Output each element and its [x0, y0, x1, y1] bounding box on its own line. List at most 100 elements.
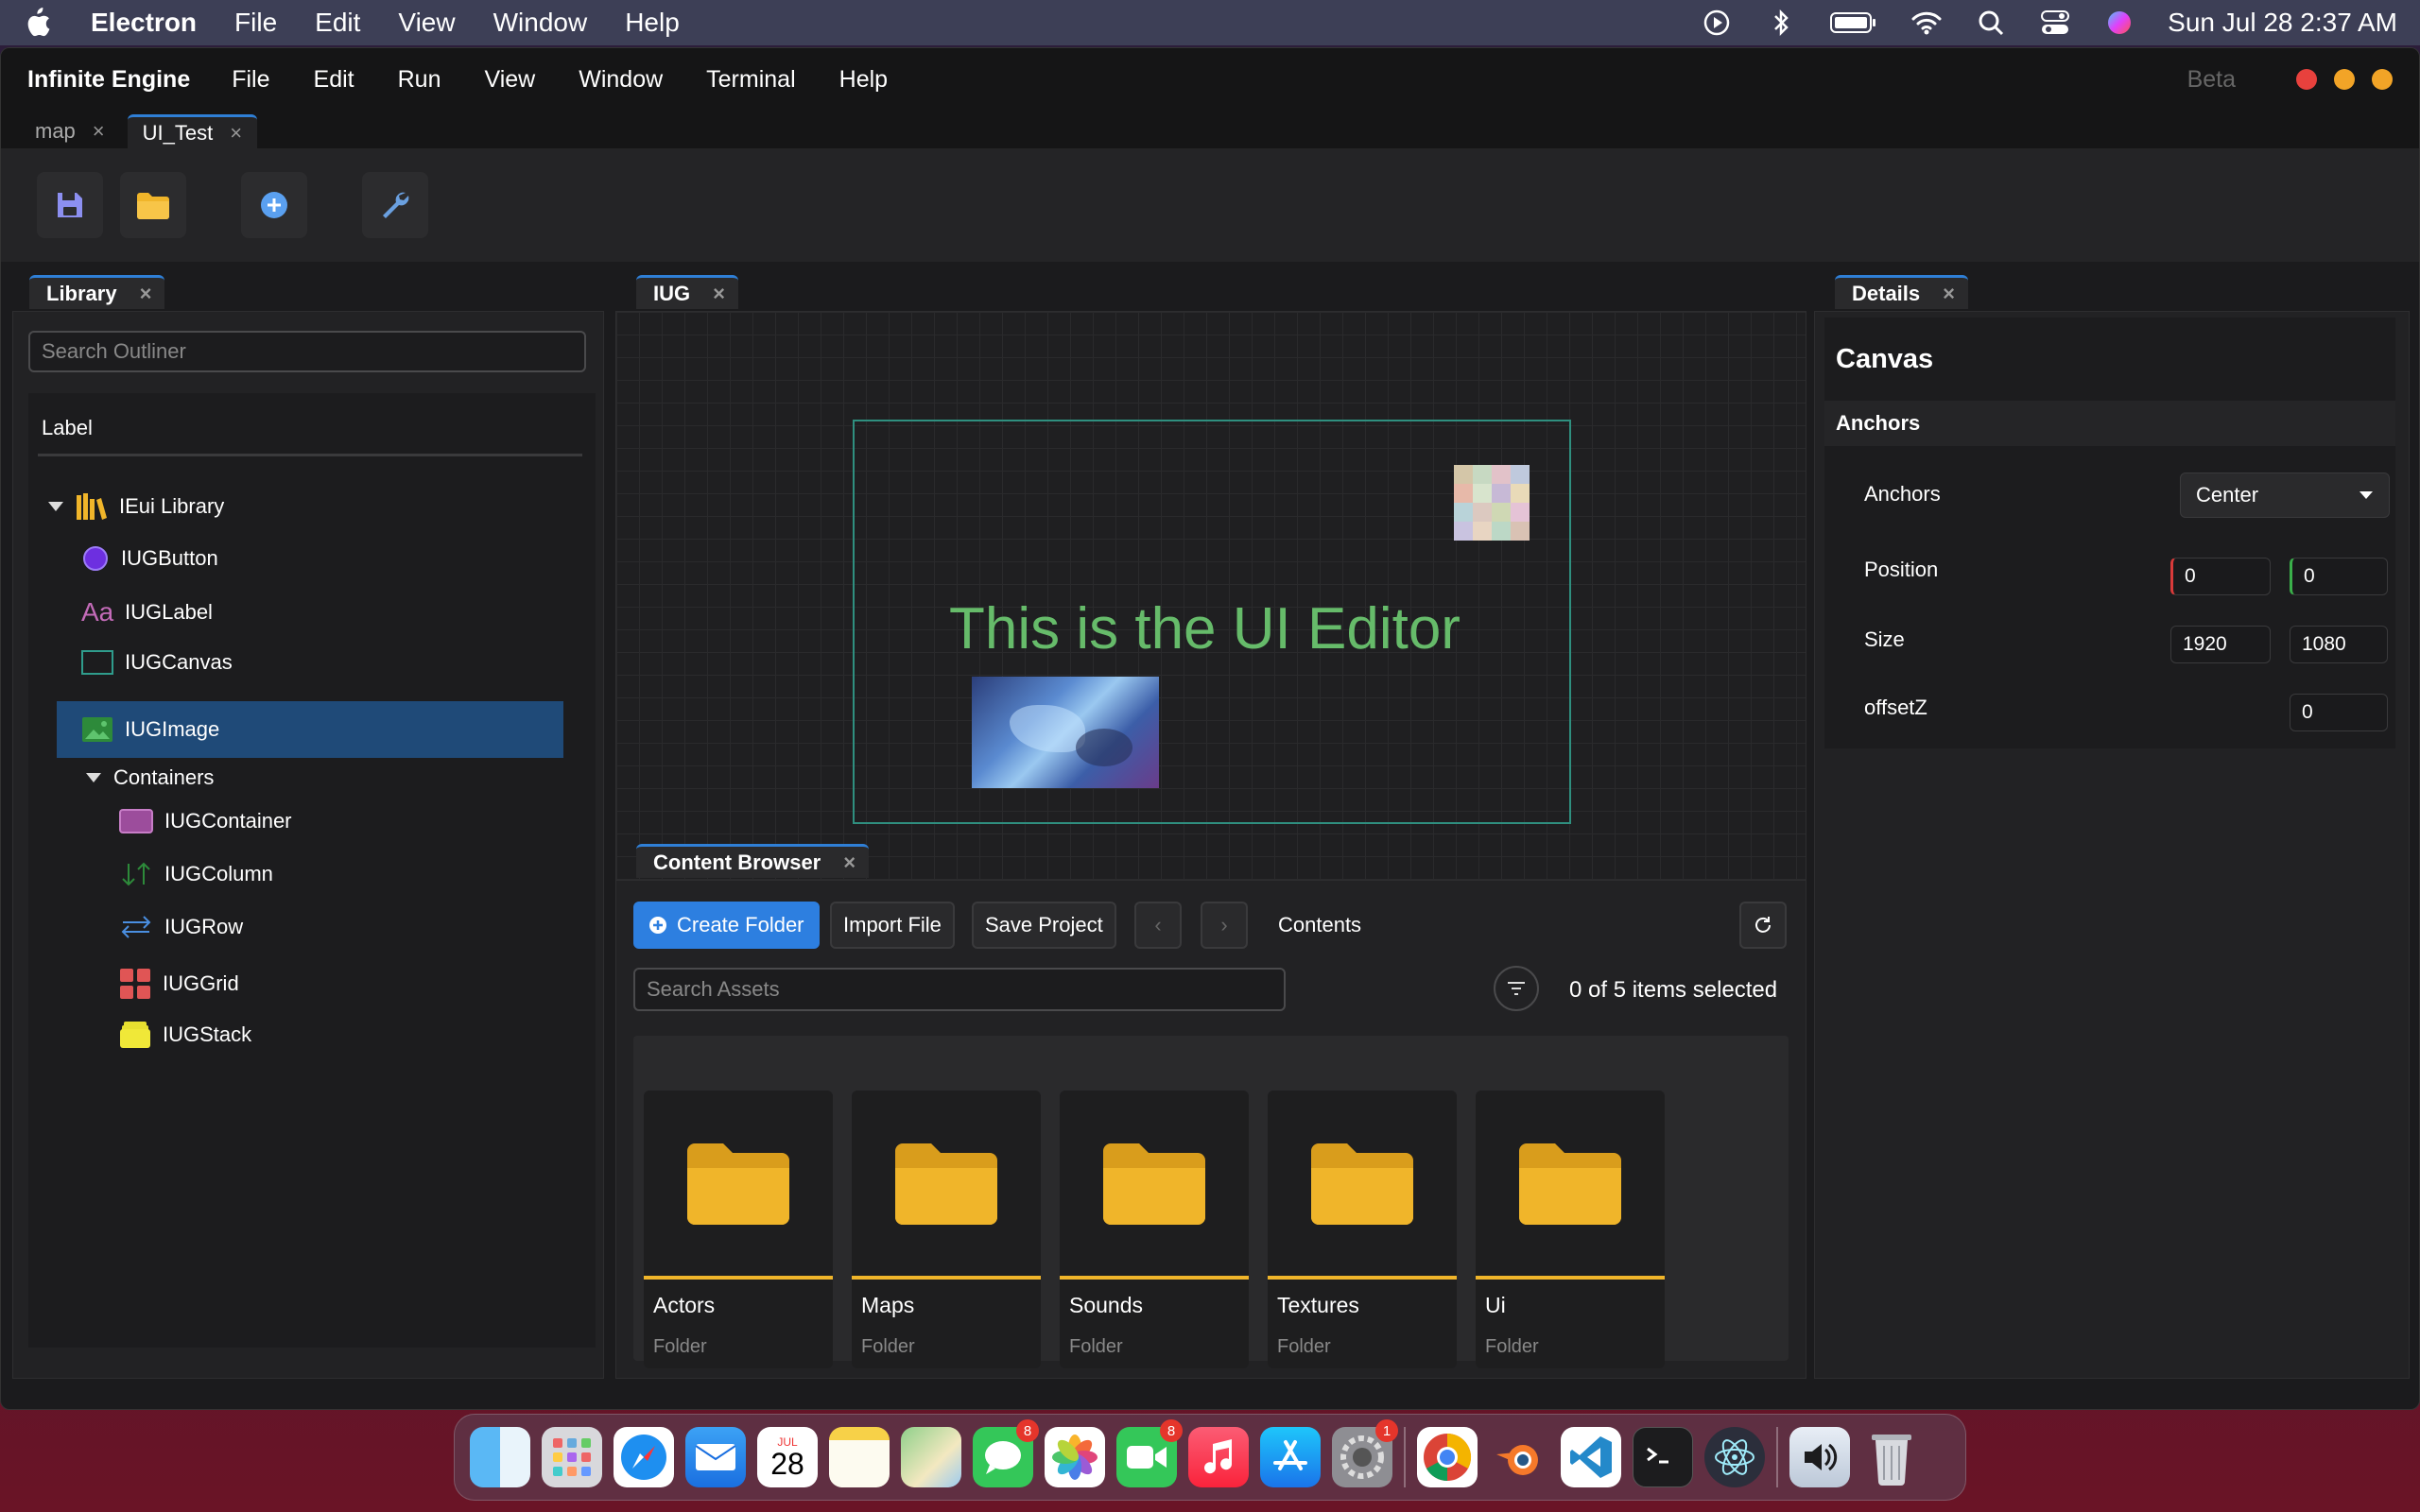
ui-editor-viewport[interactable]: This is the UI Editor	[615, 311, 1806, 882]
canvas-label-text[interactable]: This is the UI Editor	[949, 595, 1461, 662]
anchors-section-header[interactable]: Anchors	[1824, 401, 2395, 446]
terminal-app-icon[interactable]	[1633, 1427, 1693, 1487]
filter-button[interactable]	[1494, 966, 1539, 1011]
ui-canvas[interactable]: This is the UI Editor	[853, 420, 1571, 824]
app-menu-window[interactable]: Window	[579, 66, 663, 94]
control-center-icon[interactable]	[2039, 7, 2071, 39]
menu-app-name[interactable]: Electron	[91, 8, 197, 38]
tree-item-ieui-library[interactable]: IEui Library	[47, 491, 224, 522]
folder-card-sounds[interactable]: Sounds Folder	[1060, 1091, 1249, 1368]
refresh-button[interactable]	[1739, 902, 1787, 949]
tab-content-browser[interactable]: Content Browser ×	[636, 844, 870, 878]
menu-file[interactable]: File	[234, 8, 277, 38]
spotlight-search-icon[interactable]	[1975, 7, 2007, 39]
maps-app-icon[interactable]	[901, 1427, 961, 1487]
offsetz-input[interactable]: 0	[2290, 694, 2388, 731]
canvas-image-tile-grid[interactable]	[1454, 465, 1530, 541]
maximize-window-button[interactable]	[2372, 69, 2393, 90]
close-icon[interactable]: ×	[1943, 282, 1955, 306]
save-button[interactable]	[37, 172, 103, 238]
size-height-input[interactable]: 1080	[2290, 626, 2388, 663]
open-folder-button[interactable]	[120, 172, 186, 238]
trash-icon[interactable]	[1861, 1427, 1922, 1487]
close-icon[interactable]: ×	[713, 282, 725, 306]
app-menu-file[interactable]: File	[232, 66, 269, 94]
create-folder-button[interactable]: Create Folder	[633, 902, 820, 949]
electron-app-icon[interactable]	[1704, 1427, 1765, 1487]
library-tree: Label IEui Library IUGButton Aa IUGLabel…	[28, 393, 596, 1348]
position-x-input[interactable]: 0	[2170, 558, 2271, 595]
forward-button[interactable]: ›	[1201, 902, 1248, 949]
app-menu-run[interactable]: Run	[398, 66, 441, 94]
screen-record-icon[interactable]	[1701, 7, 1733, 39]
add-button[interactable]	[241, 172, 307, 238]
folder-card-maps[interactable]: Maps Folder	[852, 1091, 1041, 1368]
calendar-app-icon[interactable]: JUL 28	[757, 1427, 818, 1487]
close-window-button[interactable]	[2296, 69, 2317, 90]
notes-app-icon[interactable]	[829, 1427, 890, 1487]
save-project-button[interactable]: Save Project	[972, 902, 1116, 949]
tree-item-iugcolumn[interactable]: IUGColumn	[119, 862, 273, 886]
tree-item-iugcanvas[interactable]: IUGCanvas	[81, 650, 233, 675]
search-outliner-input[interactable]: Search Outliner	[28, 331, 586, 372]
app-menu-edit[interactable]: Edit	[314, 66, 354, 94]
app-menu-terminal[interactable]: Terminal	[706, 66, 795, 94]
tree-item-iugstack[interactable]: IUGStack	[119, 1021, 251, 1049]
tree-item-iuglabel[interactable]: Aa IUGLabel	[81, 597, 213, 627]
system-settings-app-icon[interactable]: 1	[1332, 1419, 1398, 1487]
music-app-icon[interactable]	[1188, 1427, 1249, 1487]
size-width-input[interactable]: 1920	[2170, 626, 2271, 663]
audio-preview-app-icon[interactable]	[1789, 1427, 1850, 1487]
tree-item-iugcontainer[interactable]: IUGContainer	[119, 809, 292, 833]
battery-icon[interactable]	[1829, 7, 1878, 39]
blender-app-icon[interactable]	[1489, 1427, 1549, 1487]
tab-library[interactable]: Library ×	[29, 275, 165, 309]
folder-card-actors[interactable]: Actors Folder	[644, 1091, 833, 1368]
close-icon[interactable]: ×	[93, 119, 105, 144]
app-store-icon[interactable]	[1260, 1427, 1321, 1487]
tab-ui-test[interactable]: UI_Test ×	[127, 114, 258, 148]
breadcrumb-contents[interactable]: Contents	[1278, 913, 1361, 937]
tree-item-iugimage[interactable]: IUGImage	[57, 701, 563, 758]
siri-icon[interactable]	[2103, 7, 2135, 39]
apple-icon[interactable]	[23, 6, 57, 40]
settings-wrench-button[interactable]	[362, 172, 428, 238]
minimize-window-button[interactable]	[2334, 69, 2355, 90]
tab-details[interactable]: Details ×	[1835, 275, 1969, 309]
canvas-image-fantasy-art[interactable]	[972, 677, 1159, 788]
menubar-clock[interactable]: Sun Jul 28 2:37 AM	[2168, 8, 2397, 38]
photos-app-icon[interactable]	[1045, 1427, 1105, 1487]
tree-item-containers[interactable]: Containers	[85, 765, 214, 790]
safari-app-icon[interactable]	[614, 1427, 674, 1487]
import-file-button[interactable]: Import File	[830, 902, 955, 949]
facetime-app-icon[interactable]: 8	[1116, 1419, 1183, 1487]
chrome-app-icon[interactable]	[1417, 1427, 1478, 1487]
app-menu-help[interactable]: Help	[839, 66, 888, 94]
folder-card-ui[interactable]: Ui Folder	[1476, 1091, 1665, 1368]
close-icon[interactable]: ×	[140, 282, 152, 306]
folder-card-textures[interactable]: Textures Folder	[1268, 1091, 1457, 1368]
menu-window[interactable]: Window	[493, 8, 588, 38]
menu-help[interactable]: Help	[625, 8, 680, 38]
vscode-app-icon[interactable]	[1561, 1427, 1621, 1487]
tree-item-iugrow[interactable]: IUGRow	[119, 915, 243, 939]
tab-map[interactable]: map ×	[20, 114, 120, 148]
tab-iug[interactable]: IUG ×	[636, 275, 738, 309]
close-icon[interactable]: ×	[230, 121, 242, 146]
position-y-input[interactable]: 0	[2290, 558, 2388, 595]
search-assets-input[interactable]: Search Assets	[633, 968, 1286, 1011]
messages-app-icon[interactable]: 8	[973, 1419, 1039, 1487]
menu-edit[interactable]: Edit	[315, 8, 360, 38]
anchors-select[interactable]: Center	[2180, 472, 2390, 518]
mail-app-icon[interactable]	[685, 1427, 746, 1487]
tree-item-iuggrid[interactable]: IUGGrid	[119, 968, 239, 1000]
finder-app-icon[interactable]	[470, 1427, 530, 1487]
launchpad-app-icon[interactable]	[542, 1427, 602, 1487]
app-menu-view[interactable]: View	[484, 66, 535, 94]
close-icon[interactable]: ×	[843, 850, 856, 875]
bluetooth-icon[interactable]	[1765, 7, 1797, 39]
tree-item-iugbutton[interactable]: IUGButton	[81, 544, 218, 573]
menu-view[interactable]: View	[398, 8, 455, 38]
wifi-icon[interactable]	[1910, 7, 1943, 39]
back-button[interactable]: ‹	[1134, 902, 1182, 949]
